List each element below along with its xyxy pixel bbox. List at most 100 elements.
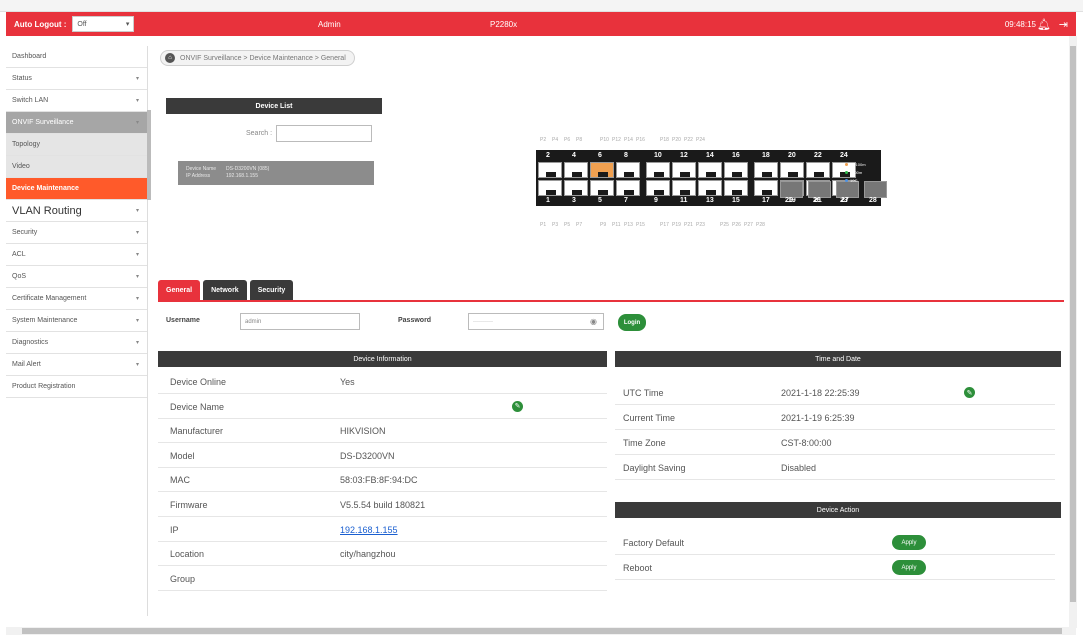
legend-dot [845,171,848,174]
port-bottom[interactable] [698,180,722,196]
port-top[interactable] [724,162,748,178]
sidebar-item-qos[interactable]: QoS ▾ [6,266,147,288]
port-label-top: P4 [552,137,559,143]
port-label-top: P24 [696,137,705,143]
port-bottom[interactable] [754,180,778,196]
port-bottom[interactable] [616,180,640,196]
horizontal-scrollbar[interactable] [6,627,1076,635]
sidebar-item-security[interactable]: Security ▾ [6,222,147,244]
port-label-top: P22 [684,137,693,143]
edit-icon[interactable]: ✎ [964,387,975,398]
port-label-bottom: P9 [600,222,607,228]
port-top[interactable] [616,162,640,178]
username-value: admin [245,318,262,325]
info-key: IP [170,524,179,535]
sidebar-item-device-maintenance[interactable]: Device Maintenance [6,178,147,200]
sfp-port[interactable] [808,181,831,198]
port-bottom[interactable] [672,180,696,196]
home-icon[interactable]: ⌂ [165,53,175,63]
app-window: Auto Logout : Off ▾ Admin P2280x 09:48:1… [0,0,1083,635]
port-bottom[interactable] [590,180,614,196]
sidebar-item-video[interactable]: Video [6,156,147,178]
port-top[interactable] [672,162,696,178]
browser-strip [0,0,1083,12]
password-input[interactable]: ·········· ◉ [468,313,604,330]
port-number-top: 20 [788,152,796,159]
port-label-bottom: P26 [732,222,741,228]
sidebar-item-diagnostics[interactable]: Diagnostics ▾ [6,332,147,354]
device-info-header: Device Information [158,351,607,367]
user-name[interactable]: Admin [318,20,341,29]
port-label-top: P16 [636,137,645,143]
eye-icon[interactable]: ◉ [590,317,597,326]
sidebar-item-label: Status [12,75,32,82]
port-top[interactable] [806,162,830,178]
sidebar-item-dashboard[interactable]: Dashboard [6,46,147,68]
info-key: Daylight Saving [623,463,686,473]
port-number-bottom: 15 [732,197,740,204]
vertical-scroll-thumb[interactable] [1070,46,1076,602]
port-top[interactable] [754,162,778,178]
sidebar-item-vlan-routing[interactable]: VLAN Routing ▾ [6,200,147,222]
switch-body: 2 1 4 3 6 5 8 7 10 9 12 11 14 13 16 15 18 17 20 19 22 21 24 23 2… [536,150,887,206]
username-input[interactable]: admin [240,313,360,330]
sidebar-item-topology[interactable]: Topology [6,134,147,156]
vertical-scrollbar[interactable] [1069,36,1077,628]
sfp-port[interactable] [836,181,859,198]
sidebar-item-label: ACL [12,251,26,258]
tab-general[interactable]: General [158,280,201,300]
chevron-down-icon: ▾ [135,252,139,258]
legend-entry: 10G [845,178,858,183]
sidebar-item-product-registration[interactable]: Product Registration [6,376,147,398]
username-label: Username [166,317,200,324]
sidebar-item-onvif-surveillance[interactable]: ONVIF Surveillance ▾ [6,112,147,134]
sidebar-item-mail-alert[interactable]: Mail Alert ▾ [6,354,147,376]
port-top[interactable] [590,162,614,178]
port-label-bottom: P19 [672,222,681,228]
port-top[interactable] [538,162,562,178]
info-value: Disabled [781,463,817,473]
login-button[interactable]: Login [618,314,646,331]
port-top[interactable] [646,162,670,178]
info-value: CST-8:00:00 [781,438,832,448]
apply-button[interactable]: Apply [892,535,926,550]
port-bottom[interactable] [724,180,748,196]
chevron-down-icon: ▾ [135,340,139,346]
port-bottom[interactable] [564,180,588,196]
port-top[interactable] [698,162,722,178]
horizontal-scroll-thumb[interactable] [22,628,1062,634]
sidebar-item-label: Video [12,163,30,170]
port-number-bottom: 3 [572,197,576,204]
sidebar-scrollbar[interactable] [147,110,151,200]
port-label-top: P10 [600,137,609,143]
port-number-top: 14 [706,152,714,159]
port-top[interactable] [564,162,588,178]
legend-dot [845,163,848,166]
port-top[interactable] [780,162,804,178]
apply-button[interactable]: Apply [892,560,926,575]
port-bottom[interactable] [646,180,670,196]
port-number-bottom: 5 [598,197,602,204]
auto-logout-select[interactable]: Off ▾ [72,16,135,32]
tab-security[interactable]: Security [249,280,294,300]
sidebar-item-certificate-management[interactable]: Certificate Management ▾ [6,288,147,310]
sidebar-item-status[interactable]: Status ▾ [6,68,147,90]
sfp-port[interactable] [780,181,803,198]
sidebar-item-acl[interactable]: ACL ▾ [6,244,147,266]
bell-icon[interactable]: 🔔︎ [1037,18,1051,31]
port-label-bottom: P15 [636,222,645,228]
port-label-bottom: P23 [696,222,705,228]
tab-network[interactable]: Network [203,280,247,300]
sidebar-item-switch-lan[interactable]: Switch LAN ▾ [6,90,147,112]
sfp-port[interactable] [864,181,887,198]
top-bar: Auto Logout : Off ▾ Admin P2280x 09:48:1… [6,12,1076,36]
device-list-item[interactable]: Device Name DS-D3200VN (085) IP Address 19… [178,161,374,185]
edit-icon[interactable]: ✎ [512,400,523,412]
search-input[interactable] [276,125,373,142]
password-label: Password [398,317,432,324]
port-bottom[interactable] [538,180,562,196]
logout-icon[interactable]: ⇥ [1059,18,1068,31]
port-number-top: 24 [840,152,848,159]
port-label-bottom: P11 [612,222,621,228]
ip-link[interactable]: 192.168.1.155 [340,525,398,535]
